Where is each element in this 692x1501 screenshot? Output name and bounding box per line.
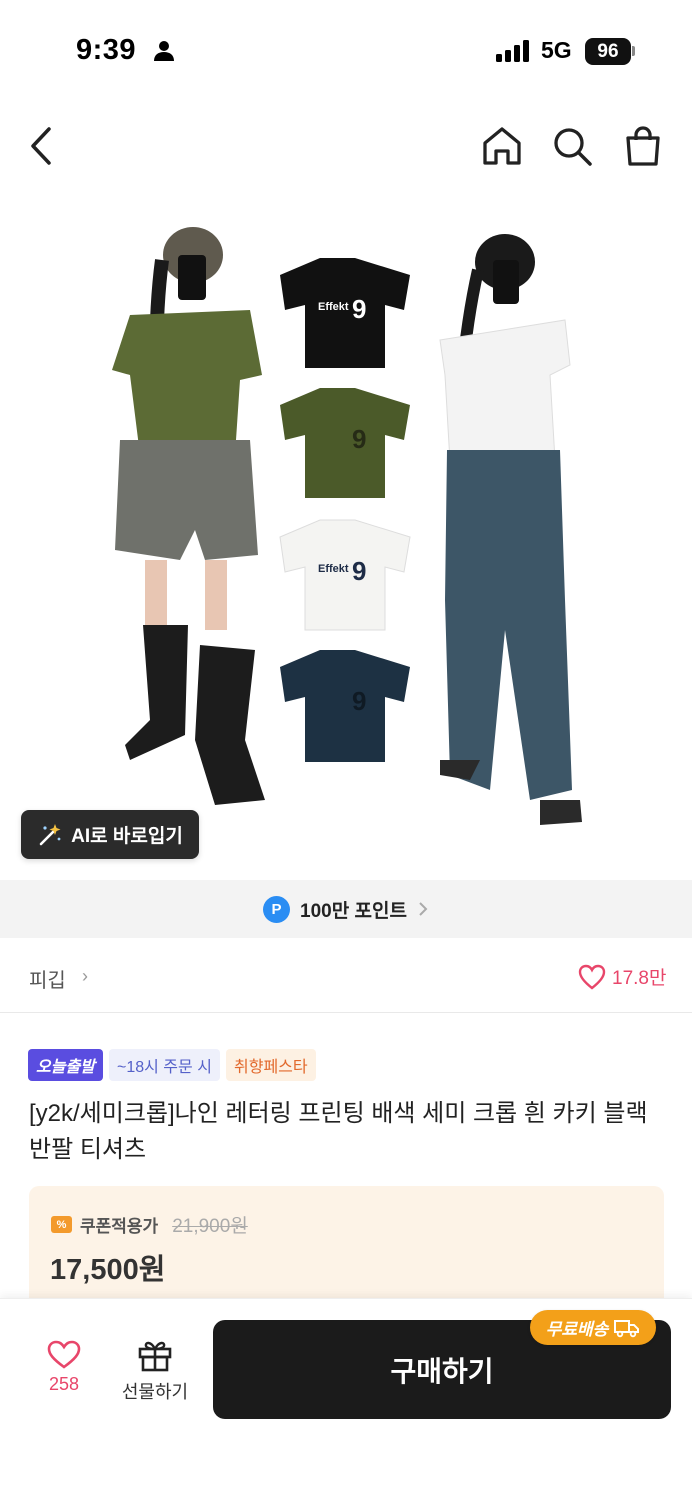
- status-time: 9:39: [76, 34, 137, 66]
- chevron-right-icon: [419, 902, 428, 916]
- shirt-khaki: 9: [280, 388, 410, 498]
- divider: [0, 1012, 692, 1013]
- ai-try-on-button[interactable]: AI로 바로입기: [21, 810, 199, 859]
- today-ship-badge: 오늘출발: [28, 1049, 103, 1081]
- cart-button[interactable]: [617, 120, 669, 172]
- shirt-white: Effekt 9: [279, 519, 411, 631]
- free-shipping-badge: 무료배송: [530, 1310, 656, 1345]
- gift-button[interactable]: 선물하기: [112, 1338, 198, 1404]
- svg-text:9: 9: [352, 424, 366, 454]
- shop-name[interactable]: 피깁: [29, 964, 66, 993]
- chevron-left-icon: [31, 127, 51, 165]
- original-price: 21,900원: [172, 1216, 248, 1237]
- shop-chevron-icon: ›: [82, 966, 88, 986]
- magic-wand-icon: [39, 823, 61, 845]
- gift-label: 선물하기: [121, 1382, 189, 1402]
- search-button[interactable]: [546, 120, 598, 172]
- product-title: [y2k/세미크롭]나인 레터링 프린팅 배색 세미 크롭 흰 카키 블랙 반팔…: [29, 1100, 648, 1163]
- svg-text:9: 9: [352, 556, 366, 586]
- search-icon: [554, 128, 592, 166]
- svg-text:Effekt: Effekt: [318, 563, 349, 575]
- battery-tip: [632, 46, 635, 56]
- shirt-navy: 9: [280, 650, 410, 762]
- wishlist-count: 258: [48, 1374, 80, 1394]
- home-button[interactable]: [476, 120, 528, 172]
- shop-likes-count: 17.8만: [612, 968, 667, 989]
- battery-level: 96: [585, 38, 631, 65]
- final-price: 17,500원: [50, 1254, 166, 1286]
- points-icon: P: [263, 895, 291, 923]
- coupon-label: 쿠폰적용가: [80, 1217, 159, 1236]
- model-left-figure: [112, 227, 265, 805]
- svg-text:9: 9: [352, 294, 366, 324]
- heart-icon: [578, 964, 606, 990]
- ai-try-on-label: AI로 바로입기: [71, 826, 183, 847]
- points-banner[interactable]: P 100만 포인트: [0, 880, 692, 938]
- coupon-row: % 쿠폰적용가 21,900원: [51, 1211, 248, 1238]
- person-icon: [153, 40, 175, 67]
- shop-likes[interactable]: 17.8만: [578, 963, 666, 990]
- product-image[interactable]: Effekt 9 9 Effekt 9 9: [0, 200, 692, 880]
- coupon-icon: %: [51, 1216, 72, 1233]
- signal-icon: [496, 40, 532, 67]
- shopping-bag-icon: [626, 126, 660, 166]
- gift-icon: [138, 1341, 172, 1372]
- back-button[interactable]: [16, 120, 68, 172]
- svg-text:Effekt: Effekt: [318, 301, 349, 313]
- order-deadline-badge: ~18시 주문 시: [109, 1049, 220, 1081]
- network-label: 5G: [541, 37, 572, 63]
- wishlist-button[interactable]: 258: [28, 1340, 100, 1395]
- home-icon: [483, 127, 521, 165]
- free-shipping-label: 무료배송: [545, 1320, 609, 1339]
- points-text: 100만 포인트: [300, 900, 407, 922]
- heart-icon: [47, 1340, 81, 1369]
- festa-badge: 취향페스타: [226, 1049, 316, 1081]
- shirt-black: Effekt 9: [280, 258, 410, 368]
- truck-icon: [614, 1319, 640, 1337]
- svg-text:9: 9: [352, 686, 366, 716]
- model-right-figure: [439, 234, 582, 825]
